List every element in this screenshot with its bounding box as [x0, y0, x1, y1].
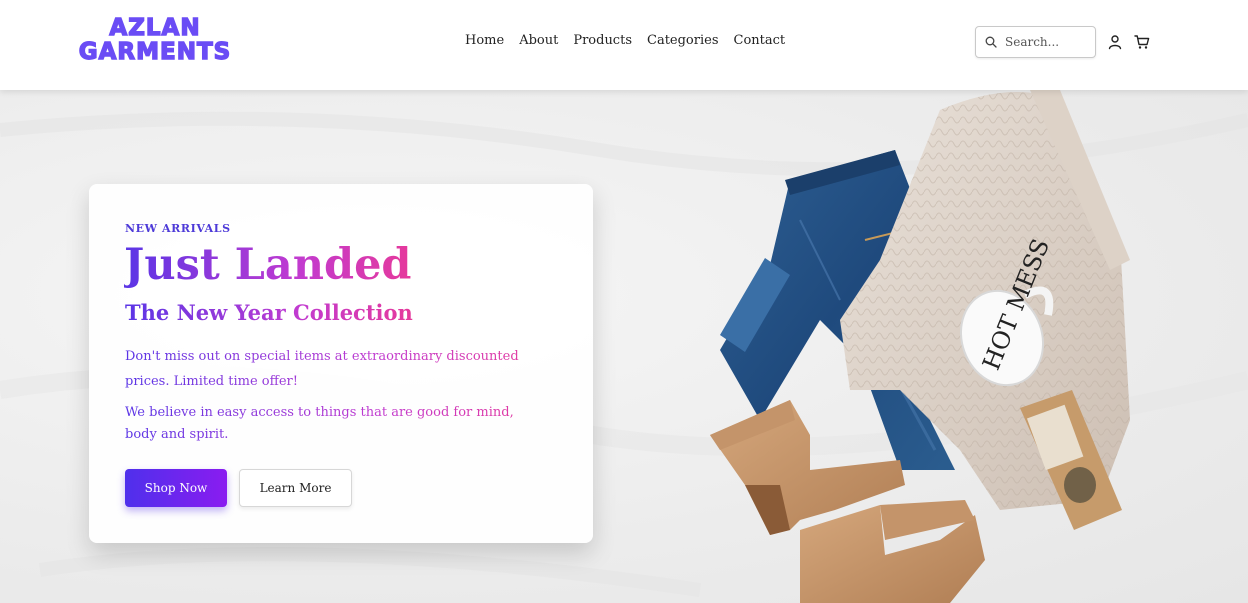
shop-now-button[interactable]: Shop Now	[125, 469, 227, 507]
brand-logo[interactable]: AZLAN GARMENTS	[70, 15, 240, 65]
cart-icon[interactable]	[1134, 34, 1150, 50]
learn-more-button[interactable]: Learn More	[239, 469, 352, 507]
hero-section: HOT MESS NEW ARRIVALS Just Landed The Ne…	[0, 90, 1248, 603]
hero-subtitle: The New Year Collection	[125, 300, 413, 325]
logo-line-2: GARMENTS	[78, 39, 232, 65]
search-input[interactable]	[1005, 33, 1091, 51]
nav-link-home[interactable]: Home	[465, 33, 504, 49]
site-header: AZLAN GARMENTS Home About Products Categ…	[0, 0, 1248, 90]
user-icon[interactable]	[1107, 34, 1123, 50]
nav-link-categories[interactable]: Categories	[647, 33, 719, 49]
search-icon	[985, 36, 997, 48]
nav-link-products[interactable]: Products	[573, 33, 632, 49]
search-box	[975, 26, 1096, 58]
eyebrow-label: NEW ARRIVALS	[125, 222, 231, 235]
logo-line-1: AZLAN	[109, 15, 201, 41]
hero-card: NEW ARRIVALS Just Landed The New Year Co…	[89, 184, 593, 543]
hero-title: Just Landed	[124, 240, 412, 290]
hero-tagline: We believe in easy access to things that…	[125, 402, 545, 446]
nav-link-about[interactable]: About	[519, 33, 558, 49]
hero-description: Don't miss out on special items at extra…	[125, 344, 545, 394]
nav-link-contact[interactable]: Contact	[734, 33, 786, 49]
main-nav: Home About Products Categories Contact	[465, 33, 785, 49]
